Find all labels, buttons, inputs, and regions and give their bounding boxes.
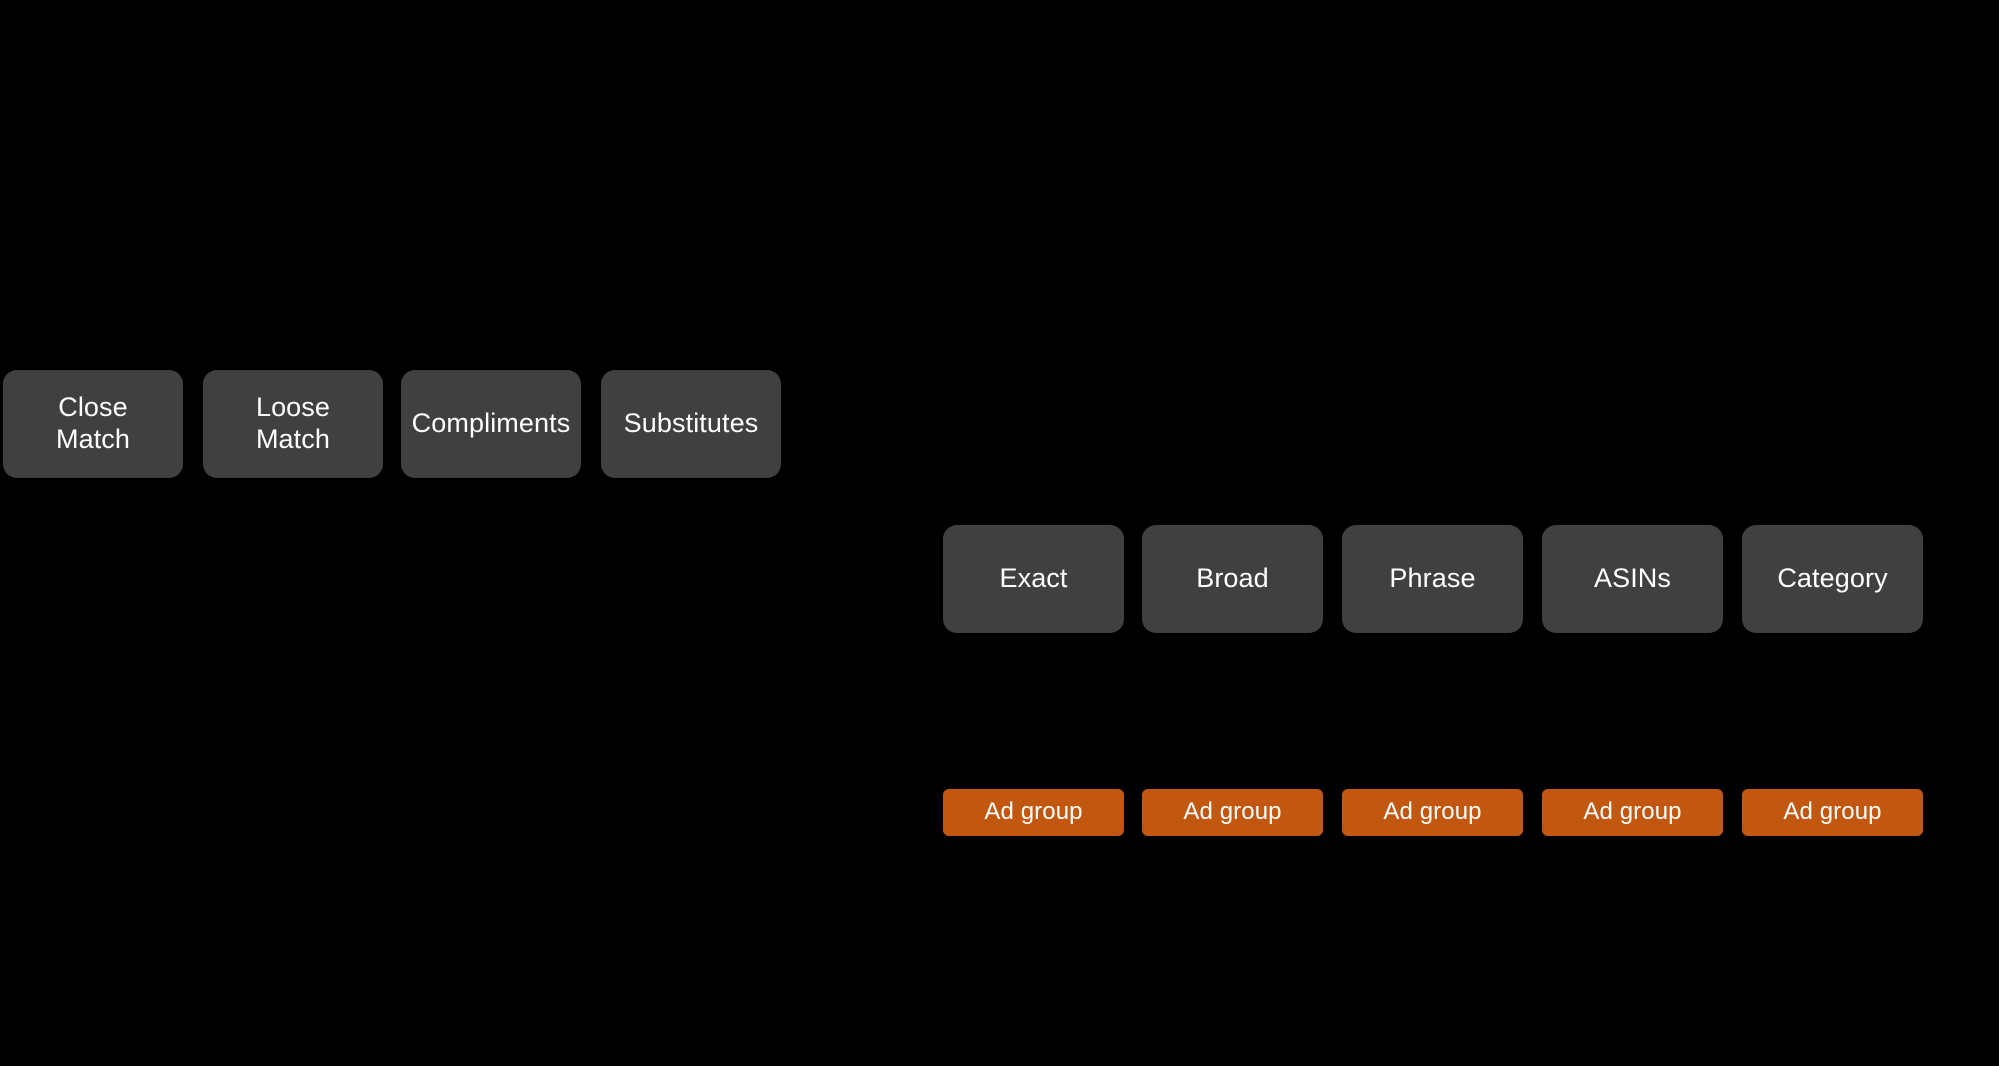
ad-group-row: Ad group Ad group Ad group Ad group Ad group [0,0,1999,1066]
node-ad-groups-1[interactable]: Ad group [943,789,1124,836]
node-label: Ad group [1583,798,1682,826]
node-ad-groups-3[interactable]: Ad group [1342,789,1523,836]
diagram-canvas: Close Match Loose Match Compliments Substit… [0,0,1999,1066]
node-ad-groups-4[interactable]: Ad group [1542,789,1723,836]
node-label: Ad group [1783,798,1882,826]
node-label: Ad group [984,798,1083,826]
node-ad-groups-2[interactable]: Ad group [1142,789,1323,836]
node-ad-groups-5[interactable]: Ad group [1742,789,1923,836]
node-label: Ad group [1183,798,1282,826]
node-label: Ad group [1383,798,1482,826]
